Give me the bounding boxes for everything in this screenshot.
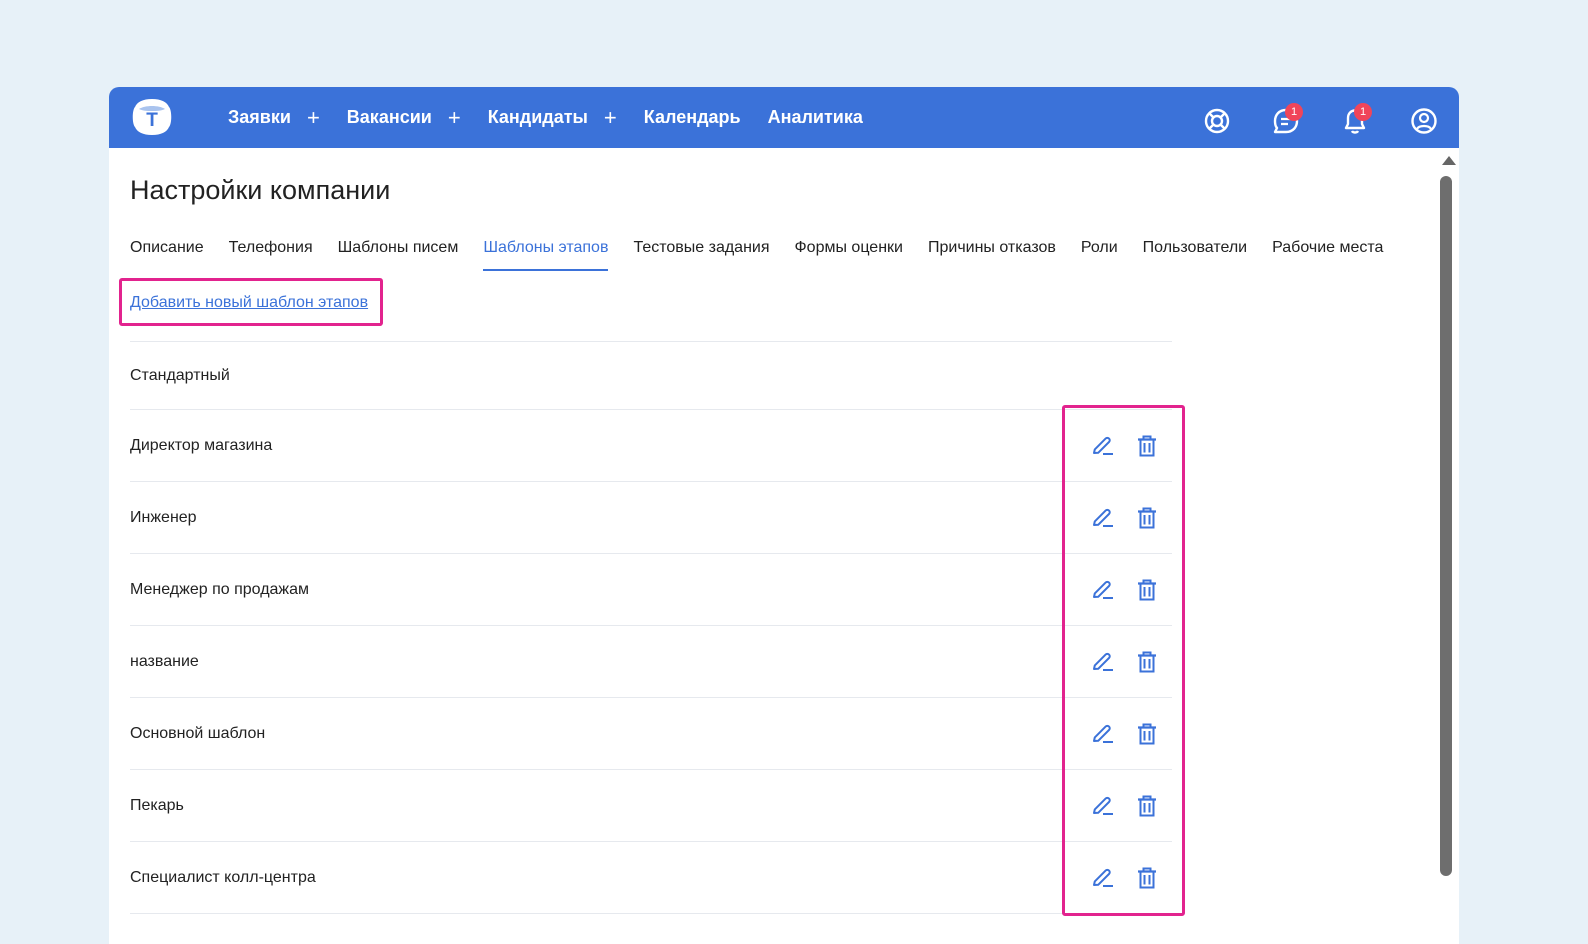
top-navbar: T Заявки + Вакансии + Кандидаты + Календ… bbox=[109, 87, 1459, 148]
nav-label: Вакансии bbox=[346, 107, 432, 127]
nav-item-candidates[interactable]: Кандидаты + bbox=[487, 106, 617, 129]
list-item[interactable]: Пекарь bbox=[130, 770, 1172, 842]
messages-button[interactable]: 1 bbox=[1267, 97, 1305, 137]
list-item[interactable]: Стандартный bbox=[130, 342, 1172, 410]
page-title: Настройки компании bbox=[130, 175, 391, 205]
tab-users[interactable]: Пользователи bbox=[1143, 239, 1247, 271]
tab-rejection-reasons[interactable]: Причины отказов bbox=[928, 239, 1056, 271]
tab-test-tasks[interactable]: Тестовые задания bbox=[633, 239, 769, 271]
template-name: Пекарь bbox=[130, 796, 184, 814]
tab-workplaces[interactable]: Рабочие места bbox=[1272, 239, 1383, 271]
scroll-thumb[interactable] bbox=[1440, 176, 1452, 876]
list-item[interactable]: Основной шаблон bbox=[130, 698, 1172, 770]
template-name: Менеджер по продажам bbox=[130, 580, 310, 598]
vertical-scrollbar[interactable] bbox=[1437, 148, 1459, 944]
lifebuoy-icon bbox=[1204, 108, 1230, 134]
profile-button[interactable] bbox=[1405, 97, 1443, 137]
nav-label: Аналитика bbox=[767, 107, 863, 127]
actions-highlight bbox=[1062, 405, 1185, 916]
nav-item-analytics[interactable]: Аналитика bbox=[768, 107, 863, 128]
support-button[interactable] bbox=[1198, 97, 1236, 137]
list-item[interactable]: Менеджер по продажам bbox=[130, 554, 1172, 626]
nav-label: Кандидаты bbox=[487, 107, 588, 127]
logo-icon: T bbox=[132, 99, 172, 135]
template-name: Специалист колл-центра bbox=[130, 868, 316, 886]
nav-label: Календарь bbox=[643, 107, 741, 127]
tab-evaluation-forms[interactable]: Формы оценки bbox=[795, 239, 903, 271]
nav-item-calendar[interactable]: Календарь bbox=[644, 107, 741, 128]
template-name: Стандартный bbox=[130, 366, 230, 384]
logo[interactable]: T bbox=[131, 97, 173, 137]
add-candidate-button[interactable]: + bbox=[604, 106, 617, 129]
template-name: Директор магазина bbox=[130, 436, 273, 454]
settings-tabs: Описание Телефония Шаблоны писем Шаблоны… bbox=[130, 239, 1408, 273]
notifications-button[interactable]: 1 bbox=[1336, 97, 1374, 137]
tab-email-templates[interactable]: Шаблоны писем bbox=[338, 239, 459, 271]
template-name: Основной шаблон bbox=[130, 724, 266, 742]
nav-item-requests[interactable]: Заявки + bbox=[228, 106, 320, 129]
tab-stage-templates[interactable]: Шаблоны этапов bbox=[483, 239, 609, 271]
template-name: Инженер bbox=[130, 508, 197, 526]
scroll-up-arrow-icon[interactable] bbox=[1442, 156, 1456, 165]
template-name: название bbox=[130, 652, 199, 670]
list-item[interactable]: Инженер bbox=[130, 482, 1172, 554]
nav-item-vacancies[interactable]: Вакансии + bbox=[346, 106, 461, 129]
stage-templates-list: Стандартный Директор магазина Инженер Ме… bbox=[130, 341, 1172, 914]
messages-badge: 1 bbox=[1285, 103, 1303, 121]
user-icon bbox=[1411, 108, 1437, 134]
add-vacancy-button[interactable]: + bbox=[448, 106, 461, 129]
notifications-badge: 1 bbox=[1354, 103, 1372, 121]
nav-label: Заявки bbox=[228, 107, 291, 127]
list-item[interactable]: Директор магазина bbox=[130, 410, 1172, 482]
tab-roles[interactable]: Роли bbox=[1081, 239, 1118, 271]
app-window: T Заявки + Вакансии + Кандидаты + Календ… bbox=[109, 87, 1459, 944]
list-item[interactable]: Специалист колл-центра bbox=[130, 842, 1172, 914]
list-item[interactable]: название bbox=[130, 626, 1172, 698]
main-nav: Заявки + Вакансии + Кандидаты + Календар… bbox=[228, 87, 890, 148]
logo-letter: T bbox=[146, 110, 158, 131]
add-stage-template-link[interactable]: Добавить новый шаблон этапов bbox=[130, 294, 368, 312]
tab-telephony[interactable]: Телефония bbox=[229, 239, 313, 271]
add-request-button[interactable]: + bbox=[307, 106, 320, 129]
tab-description[interactable]: Описание bbox=[130, 239, 204, 271]
